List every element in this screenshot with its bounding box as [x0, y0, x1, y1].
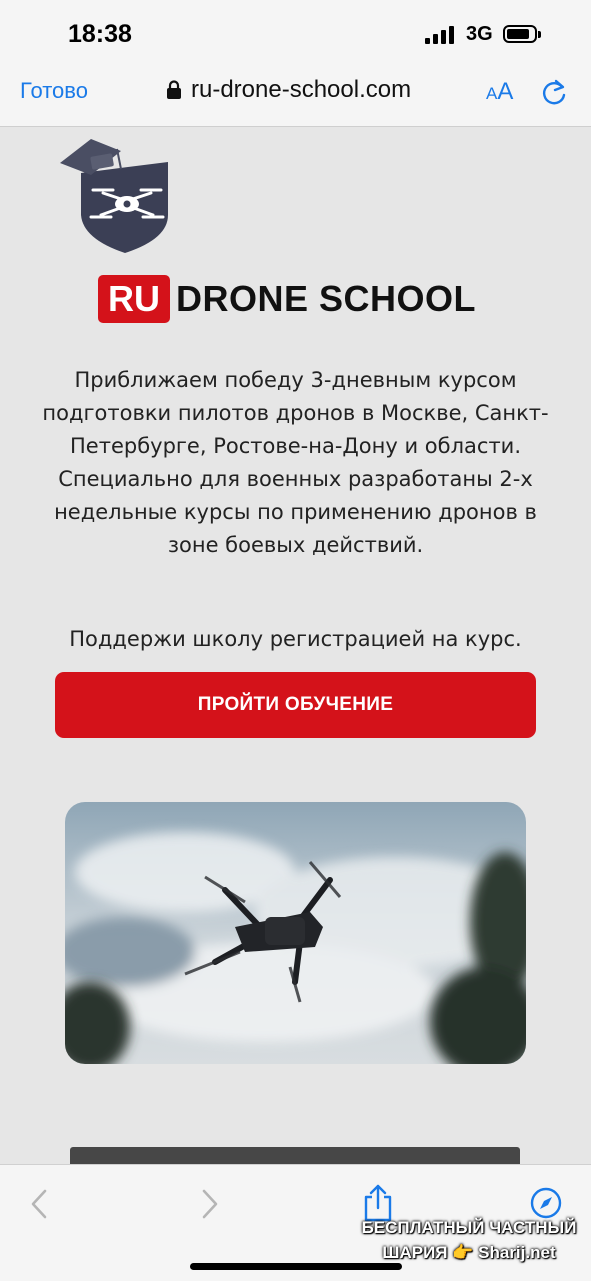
partial-heading	[70, 1147, 520, 1164]
back-icon[interactable]	[28, 1187, 50, 1221]
browser-address-bar: Готово ru-drone-school.com AA	[0, 62, 591, 127]
url-text: ru-drone-school.com	[191, 76, 412, 103]
brand-ru: RU	[98, 275, 170, 323]
clock: 18:38	[68, 20, 132, 48]
watermark: БЕСПЛАТНЫЙ ЧАСТНЫЙ ШАРИЯ 👉 Sharij.net	[361, 1218, 577, 1262]
network-type: 3G	[466, 23, 493, 45]
drone-photo	[65, 802, 526, 1064]
drone-school-logo	[60, 139, 168, 253]
lock-icon	[167, 80, 181, 99]
start-training-button[interactable]: ПРОЙТИ ОБУЧЕНИЕ	[55, 672, 536, 738]
browser-toolbar: БЕСПЛАТНЫЙ ЧАСТНЫЙ ШАРИЯ 👉 Sharij.net	[0, 1164, 591, 1281]
brand-name: DRONE SCHOOL	[176, 278, 477, 319]
text-size-button[interactable]: AA	[486, 78, 513, 106]
course-description: Приближаем победу 3-дневным курсом подго…	[42, 368, 549, 557]
battery-icon	[503, 25, 541, 43]
status-bar: 18:38 3G	[0, 0, 591, 62]
brand-wordmark: RU DRONE SCHOOL	[98, 275, 476, 323]
forward-icon[interactable]	[199, 1187, 221, 1221]
reload-icon[interactable]	[540, 78, 568, 106]
signal-icon	[425, 26, 459, 44]
page-content: RU DRONE SCHOOL Приближаем победу 3-днев…	[0, 127, 591, 1164]
url-field[interactable]: ru-drone-school.com	[166, 76, 411, 104]
support-text: Поддержи школу регистрацией на курс.	[69, 627, 522, 651]
home-indicator	[190, 1263, 402, 1270]
done-button[interactable]: Готово	[20, 78, 88, 104]
